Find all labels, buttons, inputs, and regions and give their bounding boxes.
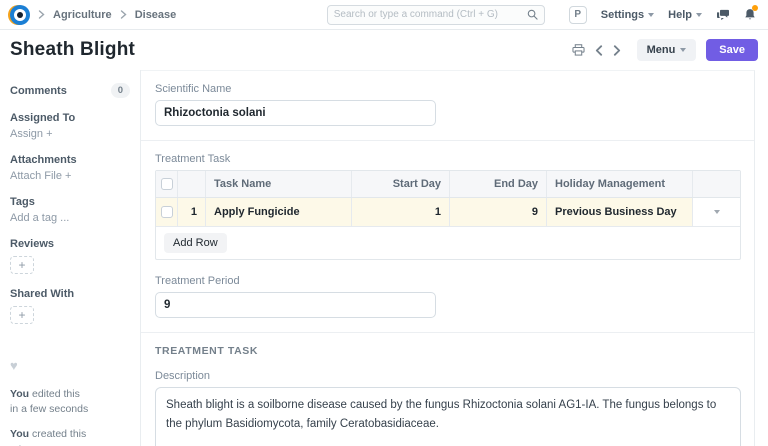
user-avatar[interactable]: P [569, 6, 587, 24]
description-label: Description [155, 370, 740, 382]
grid-row-1: 1 Apply Fungicide 1 9 Previous Business … [156, 198, 740, 226]
form-sidebar: Comments 0 Assigned To Assign + Attachme… [0, 70, 141, 446]
cell-task-name[interactable]: Apply Fungicide [206, 198, 352, 226]
select-all-checkbox[interactable] [161, 178, 173, 190]
settings-label: Settings [601, 9, 644, 21]
grid-footer: Add Row [156, 226, 740, 259]
col-holiday-management: Holiday Management [547, 171, 693, 197]
section-treatment: Treatment Task Task Name Start Day End D… [141, 140, 754, 332]
menu-button-label: Menu [647, 44, 676, 56]
col-utility [693, 171, 740, 197]
app-logo[interactable] [10, 5, 30, 25]
created-text: created this [29, 428, 86, 440]
form-body: Scientific Name Treatment Task Task Name… [141, 70, 755, 446]
scientific-name-input[interactable] [155, 100, 436, 126]
chevron-down-icon [648, 13, 654, 17]
treatment-task-section-heading: TREATMENT TASK [155, 345, 740, 357]
share-button[interactable]: + [10, 306, 34, 324]
grid-header-row: Task Name Start Day End Day Holiday Mana… [156, 171, 740, 198]
treatment-task-label: Treatment Task [155, 153, 740, 165]
breadcrumb-agriculture[interactable]: Agriculture [53, 9, 112, 21]
content-area: Comments 0 Assigned To Assign + Attachme… [0, 70, 768, 446]
notification-dot [752, 5, 758, 11]
help-menu[interactable]: Help [668, 9, 702, 21]
row-checkbox[interactable] [161, 206, 173, 218]
shared-with-label: Shared With [10, 288, 130, 300]
created-meta: You created this 2 hours ago [10, 427, 130, 446]
reviews-label: Reviews [10, 238, 130, 250]
cell-end-day[interactable]: 9 [450, 198, 547, 226]
col-task-name: Task Name [206, 171, 352, 197]
chevron-right-icon [120, 10, 127, 19]
edited-meta: You edited this in a few seconds [10, 387, 130, 417]
print-icon[interactable] [572, 44, 585, 56]
tags-label: Tags [10, 196, 130, 208]
assign-link[interactable]: Assign + [10, 128, 130, 140]
col-start-day: Start Day [352, 171, 450, 197]
cell-start-day[interactable]: 1 [352, 198, 450, 226]
description-textarea[interactable]: Sheath blight is a soilborne disease cau… [155, 387, 741, 446]
row-index: 1 [178, 198, 206, 226]
row-expand-caret[interactable] [693, 198, 740, 226]
top-navbar: Agriculture Disease P Settings Help [0, 0, 768, 30]
cell-holiday-management[interactable]: Previous Business Day [547, 198, 693, 226]
chevron-right-icon [38, 10, 45, 19]
save-button[interactable]: Save [706, 39, 758, 61]
menu-button[interactable]: Menu [637, 39, 697, 61]
chat-icon[interactable] [716, 9, 730, 21]
search-icon [527, 9, 538, 20]
global-search [327, 5, 545, 25]
edited-text: edited this [29, 388, 80, 400]
col-end-day: End Day [450, 171, 547, 197]
add-tag-input[interactable]: Add a tag ... [10, 212, 130, 224]
scientific-name-label: Scientific Name [155, 83, 740, 95]
chevron-down-icon [680, 48, 686, 52]
page-title: Sheath Blight [10, 39, 135, 61]
section-scientific-name: Scientific Name [141, 71, 754, 140]
chevron-right-icon[interactable] [613, 45, 621, 56]
breadcrumb-disease[interactable]: Disease [135, 9, 177, 21]
settings-menu[interactable]: Settings [601, 9, 654, 21]
attach-file-link[interactable]: Attach File + [10, 170, 130, 182]
treatment-period-label: Treatment Period [155, 275, 740, 287]
grid-index-header [178, 171, 206, 197]
search-input[interactable] [334, 9, 527, 20]
comments-count-badge: 0 [111, 83, 130, 98]
edited-time: in a few seconds [10, 403, 88, 415]
notifications-bell-icon[interactable] [744, 8, 756, 21]
chevron-left-icon[interactable] [595, 45, 603, 56]
add-row-button[interactable]: Add Row [164, 233, 227, 253]
page-header: Sheath Blight Menu Save [0, 30, 768, 70]
attachments-label: Attachments [10, 154, 130, 166]
assigned-to-label: Assigned To [10, 112, 130, 124]
treatment-period-input[interactable] [155, 292, 436, 318]
section-treatment-task-details: TREATMENT TASK Description Sheath blight… [141, 332, 754, 446]
logo-center-dot [17, 12, 23, 18]
chevron-down-icon [714, 210, 720, 214]
help-label: Help [668, 9, 692, 21]
comments-label: Comments [10, 85, 67, 97]
treatment-task-grid: Task Name Start Day End Day Holiday Mana… [155, 170, 741, 260]
edited-by: You [10, 388, 29, 400]
chevron-down-icon [696, 13, 702, 17]
created-by: You [10, 428, 29, 440]
like-heart-icon[interactable]: ♥ [10, 358, 130, 373]
add-review-button[interactable]: + [10, 256, 34, 274]
